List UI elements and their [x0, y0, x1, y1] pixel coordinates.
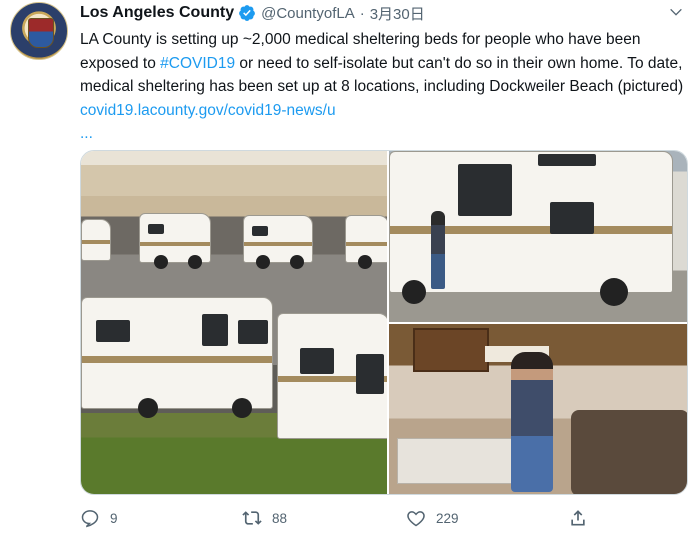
tweet-date[interactable]: 3月30日	[370, 3, 425, 24]
share-button[interactable]	[568, 505, 598, 531]
rv	[243, 215, 313, 269]
chevron-down-icon[interactable]	[668, 4, 684, 20]
photo-grid	[80, 150, 688, 495]
rv	[81, 297, 273, 418]
cabinet	[413, 328, 489, 372]
separator-dot: ·	[359, 4, 365, 22]
verified-badge-icon	[239, 5, 255, 21]
author-handle[interactable]: @CountyofLA	[261, 5, 355, 22]
reply-count: 9	[110, 510, 118, 526]
rv	[345, 215, 387, 269]
link-ellipsis[interactable]: ...	[80, 125, 93, 142]
rv	[81, 219, 111, 261]
retweet-button[interactable]: 88	[242, 505, 287, 531]
tweet-text: LA County is setting up ~2,000 medical s…	[80, 28, 686, 146]
author-name[interactable]: Los Angeles County	[80, 4, 234, 22]
like-button[interactable]: 229	[406, 505, 459, 531]
person	[511, 352, 553, 492]
retweet-count: 88	[272, 510, 288, 526]
avatar[interactable]	[10, 2, 68, 60]
rv	[277, 313, 387, 439]
sofa	[571, 410, 687, 494]
county-seal-logo	[28, 18, 54, 48]
like-icon	[407, 511, 425, 527]
tweet-actions: 9 88 229	[80, 505, 680, 531]
rv	[139, 213, 211, 269]
like-count: 229	[436, 510, 459, 526]
photo-rv-closeup[interactable]	[389, 151, 687, 322]
external-link[interactable]: covid19.lacounty.gov/covid19-news/u	[80, 102, 336, 119]
tweet-header: Los Angeles County @CountyofLA · 3月30日	[80, 2, 425, 24]
share-icon	[571, 510, 585, 526]
reply-icon	[81, 510, 99, 528]
person	[431, 211, 445, 289]
retweet-icon	[242, 511, 262, 525]
hashtag-link[interactable]: #COVID19	[160, 55, 235, 72]
photo-rv-lot[interactable]	[81, 151, 387, 494]
photo-rv-interior[interactable]	[389, 324, 687, 494]
reply-button[interactable]: 9	[80, 505, 118, 531]
